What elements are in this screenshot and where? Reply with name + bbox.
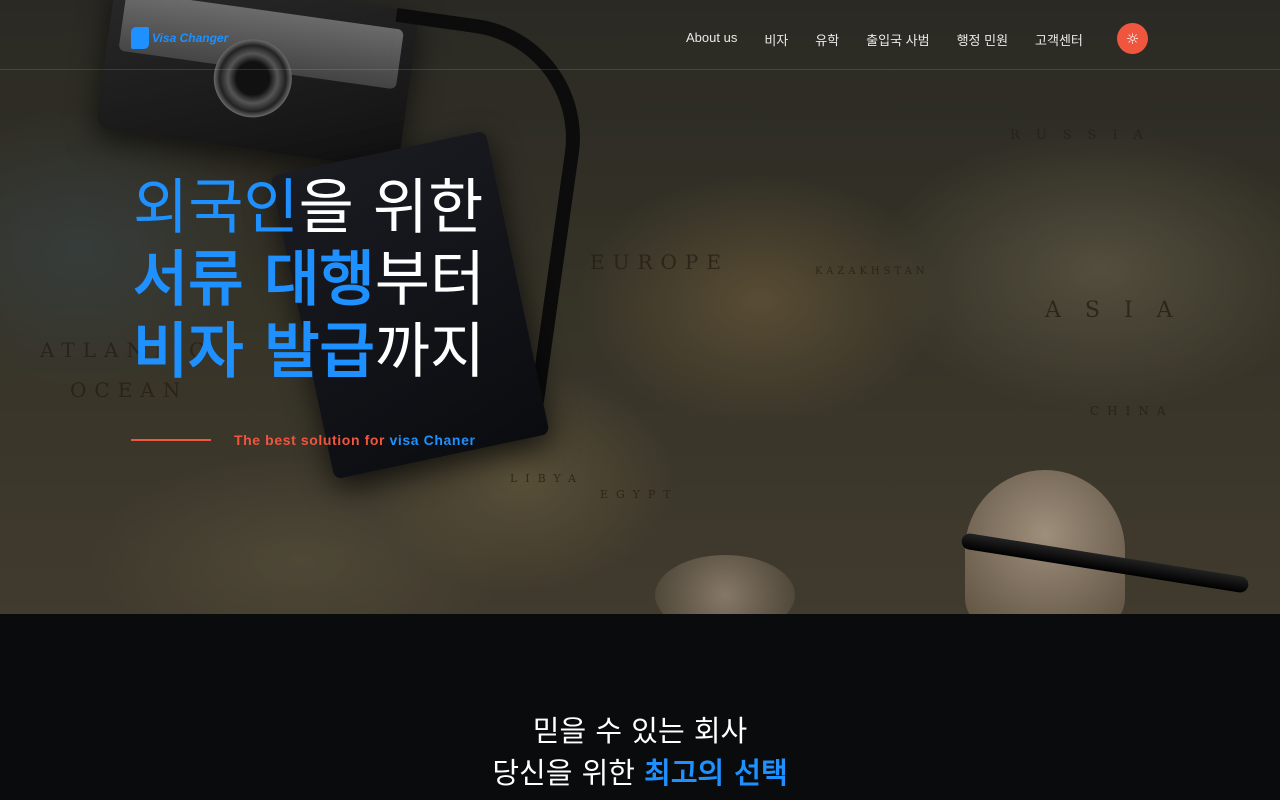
hand-image-2	[655, 555, 795, 614]
theme-toggle-button[interactable]: ☼	[1117, 23, 1148, 54]
map-label-asia: ASIA	[1045, 298, 1197, 323]
map-label-europe: EUROPE	[590, 250, 729, 274]
map-label-libya: LIBYA	[510, 472, 584, 485]
headline-line-3-highlight: 비자 발급	[133, 317, 375, 387]
sun-icon: ☼	[1125, 29, 1140, 48]
site-header: Visa Changer About us 비자 유학 출입국 사범 행정 민원…	[0, 0, 1280, 70]
nav-item-visa[interactable]: 비자	[764, 30, 788, 49]
tagline-highlight: visa Chaner	[389, 432, 476, 448]
headline-line-3-rest: 까지	[374, 317, 486, 387]
site-logo[interactable]: Visa Changer	[131, 26, 228, 50]
tagline-prefix: The best solution for	[234, 432, 390, 448]
headline-line-3: 비자 발급까지	[133, 316, 485, 388]
trust-heading-line-2-prefix: 당신을 위한	[492, 756, 645, 790]
map-label-russia: RUSSIA	[1010, 128, 1159, 143]
nav-item-about-us[interactable]: About us	[686, 30, 737, 49]
trust-heading-line-2: 당신을 위한 최고의 선택	[0, 752, 1280, 794]
trust-heading: 믿을 수 있는 회사 당신을 위한 최고의 선택	[0, 710, 1280, 794]
hero-headline: 외국인을 위한 서류 대행부터 비자 발급까지	[133, 172, 485, 388]
headline-line-1-highlight: 외국인	[133, 173, 299, 243]
trust-section: 믿을 수 있는 회사 당신을 위한 최고의 선택	[0, 614, 1280, 800]
headline-line-1: 외국인을 위한	[133, 172, 485, 244]
trust-heading-line-2-highlight: 최고의 선택	[644, 756, 788, 790]
nav-item-immigration-offense[interactable]: 출입국 사범	[866, 30, 929, 49]
map-label-china: CHINA	[1090, 404, 1174, 418]
nav-item-administrative[interactable]: 행정 민원	[957, 30, 1008, 49]
headline-line-1-rest: 을 위한	[298, 173, 484, 243]
headline-line-2: 서류 대행부터	[133, 244, 485, 316]
logo-mark-icon	[131, 27, 149, 49]
logo-text: Visa Changer	[152, 31, 229, 45]
main-nav: About us 비자 유학 출입국 사범 행정 민원 고객센터	[686, 30, 1110, 49]
trust-heading-line-1: 믿을 수 있는 회사	[532, 714, 748, 748]
tagline-divider	[131, 439, 211, 441]
hero-tagline: The best solution for visa Chaner	[131, 432, 476, 448]
headline-line-2-rest: 부터	[374, 245, 486, 315]
nav-item-customer-center[interactable]: 고객센터	[1035, 30, 1083, 49]
map-label-kazakhstan: KAZAKHSTAN	[815, 266, 929, 277]
tagline-text: The best solution for visa Chaner	[234, 432, 476, 448]
map-label-egypt: EGYPT	[600, 488, 679, 501]
headline-line-2-highlight: 서류 대행	[133, 245, 375, 315]
nav-item-study-abroad[interactable]: 유학	[815, 30, 839, 49]
